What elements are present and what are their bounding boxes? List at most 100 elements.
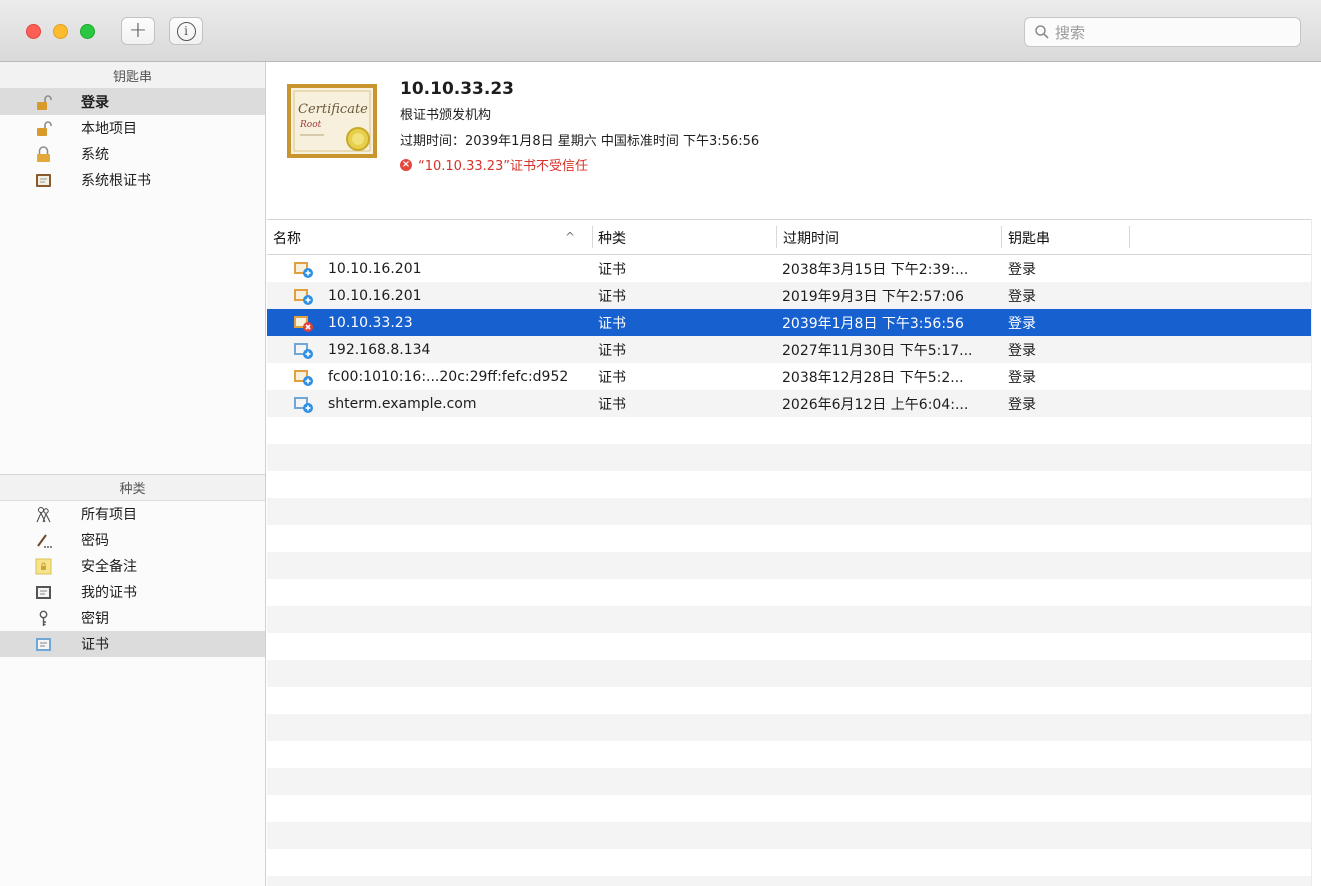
sidebar-item-secure-notes[interactable]: 安全备注	[0, 553, 265, 579]
secure-note-icon	[35, 558, 52, 575]
empty-row	[267, 876, 1311, 886]
column-divider	[776, 226, 777, 248]
cert-image-root-text: Root	[299, 120, 322, 130]
row-expires: 2019年9月3日 下午2:57:06	[782, 288, 964, 305]
empty-row	[267, 552, 1311, 579]
minimize-window-button[interactable]	[53, 24, 68, 39]
row-kind: 证书	[598, 369, 626, 386]
empty-row	[267, 660, 1311, 687]
sidebar-item-label: 证书	[81, 637, 109, 653]
sidebar-item-system[interactable]: 系统	[0, 141, 265, 167]
error-icon: ×	[400, 158, 412, 171]
sidebar-item-login[interactable]: 登录	[0, 89, 265, 115]
pen-icon	[35, 532, 52, 549]
row-keychain: 登录	[1008, 261, 1036, 278]
certificate-title: 10.10.33.23	[400, 79, 515, 99]
column-header-kind[interactable]: 种类	[598, 220, 626, 255]
row-keychain: 登录	[1008, 369, 1036, 386]
close-window-button[interactable]	[26, 24, 41, 39]
table-row-selected[interactable]: 10.10.33.23 证书 2039年1月8日 下午3:56:56 登录	[267, 309, 1311, 336]
sort-ascending-icon: ^	[565, 230, 576, 244]
empty-row	[267, 579, 1311, 606]
unlocked-padlock-icon	[35, 94, 52, 111]
cert-trusted-icon	[293, 363, 313, 390]
sidebar-item-keys[interactable]: 密钥	[0, 605, 265, 631]
row-name: 10.10.16.201	[328, 287, 422, 304]
cert-untrusted-icon	[293, 309, 313, 336]
row-name: fc00:1010:16:...20c:29ff:fefc:d952	[328, 368, 569, 385]
root-cert-folder-icon	[35, 172, 52, 189]
keychains-header: 钥匙串	[0, 62, 265, 89]
column-header-keychain[interactable]: 钥匙串	[1008, 220, 1050, 255]
empty-row	[267, 525, 1311, 552]
sidebar-item-my-certificates[interactable]: 我的证书	[0, 579, 265, 605]
empty-row	[267, 633, 1311, 660]
cert-trusted-icon	[293, 390, 313, 417]
info-icon: i	[176, 21, 196, 41]
empty-row	[267, 714, 1311, 741]
table-row[interactable]: 10.10.16.201 证书 2038年3月15日 下午2:39:... 登录	[267, 255, 1311, 282]
sidebar-item-local-items[interactable]: 本地项目	[0, 115, 265, 141]
row-keychain: 登录	[1008, 396, 1036, 413]
cert-trusted-icon	[293, 336, 313, 363]
table-body: 10.10.16.201 证书 2038年3月15日 下午2:39:... 登录…	[267, 255, 1311, 886]
search-field[interactable]: 搜索	[1024, 17, 1301, 47]
toolbar: + i 搜索	[0, 0, 1321, 62]
row-kind: 证书	[598, 396, 626, 413]
my-cert-icon	[35, 584, 52, 601]
search-placeholder: 搜索	[1055, 23, 1086, 42]
vertical-scrollbar-track[interactable]	[1311, 219, 1321, 886]
sidebar-item-label: 我的证书	[81, 585, 137, 601]
people-icon	[35, 506, 52, 523]
row-kind: 证书	[598, 315, 626, 332]
sidebar-item-label: 登录	[81, 95, 109, 111]
row-expires: 2026年6月12日 上午6:04:...	[782, 396, 969, 413]
sidebar-item-all-items[interactable]: 所有项目	[0, 501, 265, 527]
empty-row	[267, 444, 1311, 471]
row-expires: 2038年12月28日 下午5:2...	[782, 369, 964, 386]
cert-trusted-icon	[293, 255, 313, 282]
table-row[interactable]: shterm.example.com 证书 2026年6月12日 上午6:04:…	[267, 390, 1311, 417]
table-row[interactable]: 192.168.8.134 证书 2027年11月30日 下午5:17... 登…	[267, 336, 1311, 363]
column-name-label: 名称	[273, 230, 301, 247]
empty-row	[267, 471, 1311, 498]
row-name: shterm.example.com	[328, 395, 477, 412]
empty-row	[267, 822, 1311, 849]
sidebar-item-label: 安全备注	[81, 559, 137, 575]
search-icon	[1035, 25, 1049, 39]
empty-row	[267, 768, 1311, 795]
cert-trusted-icon	[293, 282, 313, 309]
sidebar-item-system-roots[interactable]: 系统根证书	[0, 167, 265, 193]
empty-row	[267, 849, 1311, 876]
row-name: 10.10.33.23	[328, 314, 413, 331]
column-header-expires[interactable]: 过期时间	[783, 220, 839, 255]
info-label: i	[184, 24, 188, 38]
add-label: +	[128, 18, 148, 43]
certificate-expiry: 过期时间：2039年1月8日 星期六 中国标准时间 下午3:56:56	[400, 134, 760, 149]
categories-header: 种类	[0, 474, 265, 501]
unlocked-padlock-icon	[35, 120, 52, 137]
certificate-icon	[35, 636, 52, 653]
row-expires: 2038年3月15日 下午2:39:...	[782, 261, 969, 278]
empty-row	[267, 741, 1311, 768]
cert-image-text: Certificate	[298, 102, 368, 117]
zoom-window-button[interactable]	[80, 24, 95, 39]
column-keychain-label: 钥匙串	[1008, 230, 1050, 247]
table-row[interactable]: fc00:1010:16:...20c:29ff:fefc:d952 证书 20…	[267, 363, 1311, 390]
empty-row	[267, 606, 1311, 633]
key-icon	[35, 610, 52, 627]
row-kind: 证书	[598, 261, 626, 278]
row-keychain: 登录	[1008, 315, 1036, 332]
get-info-button[interactable]: i	[169, 17, 203, 45]
add-item-button[interactable]: +	[121, 17, 155, 45]
table-header: 名称 ^ 种类 过期时间 钥匙串	[267, 219, 1311, 255]
sidebar: 钥匙串 登录 本地项目 系统 系统根证书 种类 所有项目 密码 安全备注 我的证…	[0, 62, 266, 886]
column-header-name[interactable]: 名称	[273, 220, 301, 255]
table-row[interactable]: 10.10.16.201 证书 2019年9月3日 下午2:57:06 登录	[267, 282, 1311, 309]
empty-row	[267, 417, 1311, 444]
sidebar-item-label: 密钥	[81, 611, 109, 627]
certificate-image-icon: Certificate Root	[287, 84, 377, 158]
trust-warning: × “10.10.33.23”证书不受信任	[400, 155, 588, 174]
sidebar-item-passwords[interactable]: 密码	[0, 527, 265, 553]
sidebar-item-certificates[interactable]: 证书	[0, 631, 265, 657]
